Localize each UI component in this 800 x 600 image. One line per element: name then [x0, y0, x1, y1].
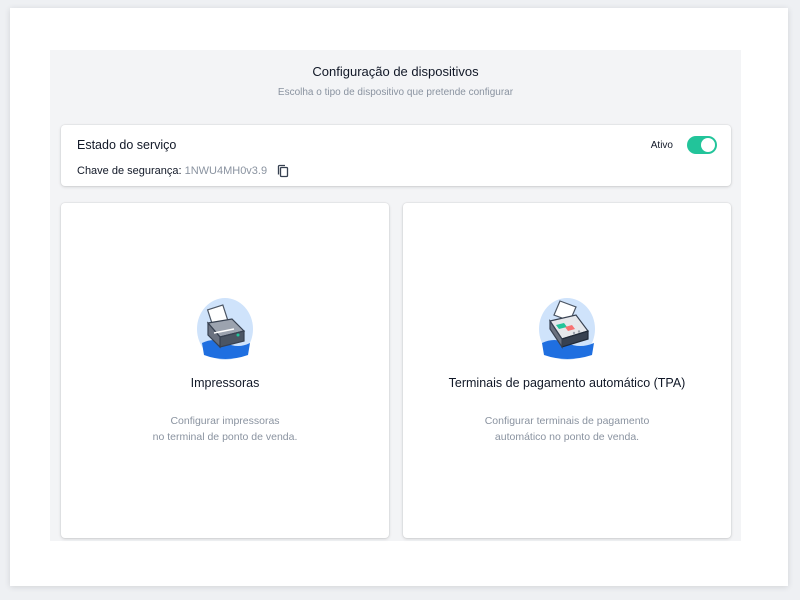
- page-header: Configuração de dispositivos Escolha o t…: [50, 64, 741, 99]
- service-active-toggle[interactable]: [687, 136, 717, 154]
- payment-terminals-description-line2: automático no ponto de venda.: [494, 431, 640, 443]
- payment-terminals-card[interactable]: Terminais de pagamento automático (TPA) …: [403, 203, 731, 538]
- service-status-title: Estado do serviço: [77, 138, 177, 152]
- printer-icon: [192, 293, 258, 363]
- device-config-panel: Configuração de dispositivos Escolha o t…: [50, 50, 741, 541]
- payment-terminals-title: Terminais de pagamento automático (TPA): [448, 376, 686, 390]
- printers-title: Impressoras: [190, 376, 260, 390]
- security-key-row: Chave de segurança: 1NWU4MH0v3.9: [77, 164, 290, 178]
- printers-description: Configurar impressoras no terminal de po…: [61, 413, 389, 445]
- page-subtitle: Escolha o tipo de dispositivo que preten…: [277, 87, 514, 98]
- payment-terminals-description: Configurar terminais de pagamento automá…: [403, 413, 731, 445]
- page-title: Configuração de dispositivos: [312, 64, 479, 79]
- service-status-card: Estado do serviço Chave de segurança: 1N…: [61, 125, 731, 186]
- printers-card[interactable]: Impressoras Configurar impressoras no te…: [61, 203, 389, 538]
- toggle-knob: [701, 138, 715, 152]
- security-key-label: Chave de segurança:: [77, 165, 182, 177]
- security-key-value: 1NWU4MH0v3.9: [184, 165, 268, 177]
- app-frame: Configuração de dispositivos Escolha o t…: [10, 8, 788, 586]
- payment-terminal-icon: [534, 293, 600, 363]
- copy-icon[interactable]: [276, 164, 290, 178]
- payment-terminals-description-line1: Configurar terminais de pagamento: [484, 415, 650, 427]
- service-status: Ativo: [651, 136, 717, 154]
- printers-description-line2: no terminal de ponto de venda.: [152, 431, 298, 443]
- status-label: Ativo: [650, 139, 673, 151]
- printers-description-line1: Configurar impressoras: [170, 415, 280, 427]
